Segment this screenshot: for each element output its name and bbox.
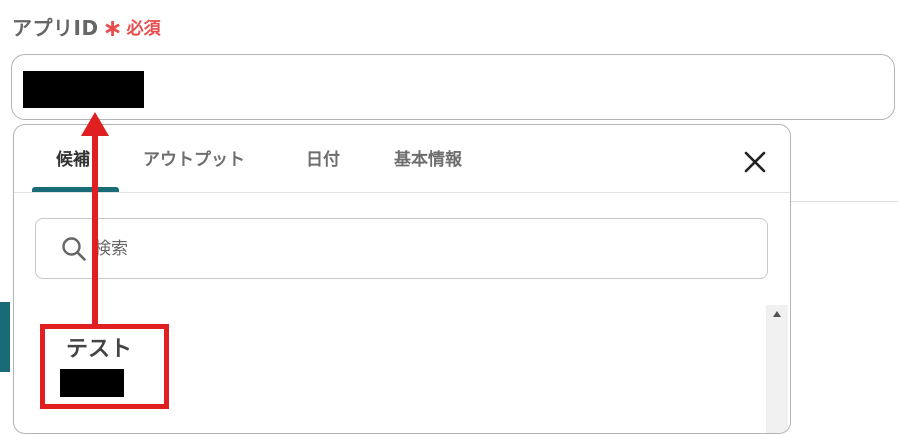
search-box[interactable] — [35, 218, 768, 279]
app-id-input[interactable] — [11, 54, 895, 120]
close-button[interactable] — [740, 147, 770, 177]
required-text: 必須 — [126, 18, 161, 39]
required-asterisk-icon: ∗ — [102, 14, 123, 42]
list-item-title: テスト — [66, 337, 133, 362]
background-button-edge — [0, 302, 10, 372]
tab-candidates[interactable]: 候補 — [56, 125, 90, 192]
list-item[interactable]: テスト — [44, 323, 744, 423]
suggestion-dropdown: 候補 アウトプット 日付 基本情報 テスト — [13, 124, 791, 434]
redacted-item-value — [60, 369, 124, 397]
search-input[interactable] — [94, 231, 734, 267]
background-divider — [790, 201, 898, 202]
tab-output[interactable]: アウトプット — [143, 125, 245, 192]
search-icon — [60, 235, 88, 263]
field-label-text: アプリID — [12, 15, 99, 40]
redacted-input-value — [23, 71, 144, 108]
tab-basic-info[interactable]: 基本情報 — [394, 125, 462, 192]
close-icon — [740, 147, 770, 177]
scrollbar[interactable] — [766, 305, 788, 433]
app-id-field-label: アプリID ∗ 必須 — [12, 12, 161, 42]
tab-bar: 候補 アウトプット 日付 基本情報 — [14, 125, 790, 193]
active-tab-indicator — [32, 187, 119, 192]
scroll-up-arrow-icon[interactable] — [766, 305, 788, 325]
tab-date[interactable]: 日付 — [306, 125, 340, 192]
